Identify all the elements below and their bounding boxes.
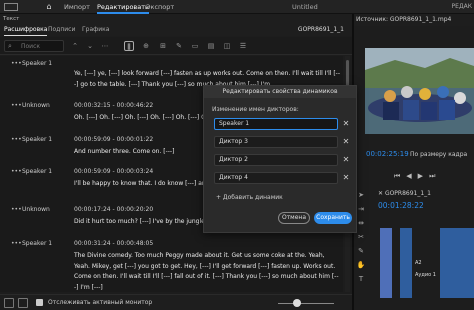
timecode: 00:00:17:24 - 00:00:20:20: [74, 206, 154, 213]
source-timecode[interactable]: 00:02:25:19: [366, 150, 409, 158]
playback-controls[interactable]: ⏮◀▶⏭: [394, 172, 441, 181]
video-track-clip[interactable]: [380, 228, 392, 298]
transcript-text[interactable]: The Divine comedy. Too much Peggy made a…: [74, 251, 340, 292]
speaker-name-field[interactable]: Speaker 1: [214, 118, 338, 130]
split-icon[interactable]: ⫼: [124, 41, 134, 51]
tab-import[interactable]: Импорт: [64, 0, 90, 14]
more-icon[interactable]: •••: [11, 206, 22, 213]
panel-header: Текст: [0, 14, 352, 24]
tab-graphics[interactable]: Графика: [82, 24, 109, 36]
dialog-title: Редактировать свойства динамиков: [204, 86, 356, 98]
search-input[interactable]: ⌕ Поиск: [4, 40, 64, 52]
search-icon: ⌕: [8, 42, 12, 50]
speaker-name[interactable]: Speaker 1: [22, 136, 52, 143]
source-monitor-label: Источник: GOPR8691_1_1.mp4: [354, 14, 474, 26]
speaker-name[interactable]: Speaker 1: [22, 168, 52, 175]
timecode: 00:00:59:09 - 00:00:03:24: [74, 168, 154, 175]
more-icon[interactable]: •••: [11, 60, 22, 67]
audio-track-clip[interactable]: [440, 228, 474, 298]
dialog-subtitle: Изменение имен дикторов:: [212, 106, 299, 113]
audio-track-clip[interactable]: [400, 228, 412, 298]
grid-icon[interactable]: [18, 298, 28, 308]
tab-export[interactable]: Экспорт: [146, 0, 174, 14]
workspace-label[interactable]: РЕДАК: [452, 0, 472, 14]
ripple-icon[interactable]: ⇹: [356, 218, 366, 228]
pen-icon[interactable]: ✎: [356, 246, 366, 256]
track-label: Аудио 1: [415, 272, 436, 278]
timeline-name: ✕ GOPR8691_1_1: [378, 189, 474, 199]
search-placeholder: Поиск: [21, 43, 41, 50]
list-icon[interactable]: ☰: [238, 41, 248, 51]
timeline-timecode[interactable]: 00:01:28:22: [378, 201, 424, 210]
transcript-toolbar: ⌕ Поиск ⌃ ⌄ ⋯ ⫼ ⊕ ⊞ ✎ ▭ ▤ ◫ ☰: [0, 37, 352, 55]
tab-edit[interactable]: Редактировать: [97, 0, 149, 14]
speaker-icon[interactable]: ▭: [190, 41, 200, 51]
more-icon[interactable]: •••: [11, 240, 22, 247]
add-speaker-button[interactable]: + Добавить динамик: [216, 192, 283, 204]
more-icon[interactable]: •••: [11, 102, 22, 109]
speaker-name[interactable]: Unknown: [22, 206, 50, 213]
video-preview: [365, 48, 474, 134]
timecode: 00:00:59:09 - 00:00:01:22: [74, 136, 154, 143]
hand-icon[interactable]: ✋: [356, 260, 366, 270]
speaker-name[interactable]: Speaker 1: [22, 240, 52, 247]
selection-tool-icon[interactable]: ➤: [356, 190, 366, 200]
captions-icon[interactable]: ▤: [206, 41, 216, 51]
merge-icon[interactable]: ⊞: [158, 41, 168, 51]
more-icon[interactable]: •••: [11, 168, 22, 175]
timecode: 00:00:32:15 - 00:00:46:22: [74, 102, 154, 109]
speaker-properties-dialog: Редактировать свойства динамиков Изменен…: [203, 85, 357, 233]
text-icon[interactable]: T: [356, 274, 366, 284]
follow-monitor-checkbox[interactable]: [36, 299, 43, 306]
target-icon[interactable]: ⊕: [141, 41, 151, 51]
close-icon[interactable]: ✕: [341, 119, 351, 129]
follow-monitor-label: Отслеживать активный монитор: [48, 299, 153, 306]
more-icon[interactable]: ⋯: [100, 41, 110, 51]
tab-transcript[interactable]: Расшифровка: [4, 24, 48, 36]
clip-name: GOPR8691_1_1: [297, 26, 344, 33]
fit-dropdown[interactable]: По размеру кадра: [410, 151, 467, 158]
close-icon[interactable]: ✕: [378, 190, 385, 197]
speaker-name[interactable]: Speaker 1: [22, 60, 52, 67]
timecode: 00:00:31:24 - 00:00:48:05: [74, 240, 154, 247]
save-button[interactable]: Сохранить: [314, 212, 352, 224]
track-select-icon[interactable]: ⇥: [356, 204, 366, 214]
close-icon[interactable]: ✕: [341, 173, 351, 183]
more-icon[interactable]: •••: [11, 136, 22, 143]
pen-icon[interactable]: ✎: [174, 41, 184, 51]
zoom-slider-handle[interactable]: [293, 299, 301, 307]
panel-tabs: Расшифровка Подписи Графика GOPR8691_1_1: [0, 24, 352, 36]
tab-captions[interactable]: Подписи: [48, 24, 75, 36]
bottom-bar: Отслеживать активный монитор: [0, 294, 352, 310]
cancel-button[interactable]: Отмена: [278, 212, 310, 224]
project-title: Untitled: [292, 3, 318, 11]
speech-icon[interactable]: ◫: [222, 41, 232, 51]
home-icon[interactable]: ⌂: [44, 2, 54, 12]
speaker-name[interactable]: Unknown: [22, 102, 50, 109]
speaker-name-field[interactable]: Диктор 3: [214, 136, 338, 148]
chevron-down-icon[interactable]: ⌄: [85, 41, 95, 51]
video-frame: [365, 48, 474, 134]
close-icon[interactable]: ✕: [341, 137, 351, 147]
top-bar: ⌂ Импорт Редактировать Экспорт Untitled …: [0, 0, 474, 14]
close-icon[interactable]: ✕: [341, 155, 351, 165]
speaker-name-field[interactable]: Диктор 4: [214, 172, 338, 184]
timeline-label: GOPR8691_1_1: [384, 190, 432, 197]
speaker-name-field[interactable]: Диктор 2: [214, 154, 338, 166]
razor-icon[interactable]: ✂: [356, 232, 366, 242]
workspace-icon[interactable]: [4, 3, 18, 11]
zoom-slider[interactable]: [278, 303, 334, 304]
layout-icon[interactable]: [4, 298, 14, 308]
track-label: A2: [415, 260, 422, 266]
chevron-up-icon[interactable]: ⌃: [70, 41, 80, 51]
